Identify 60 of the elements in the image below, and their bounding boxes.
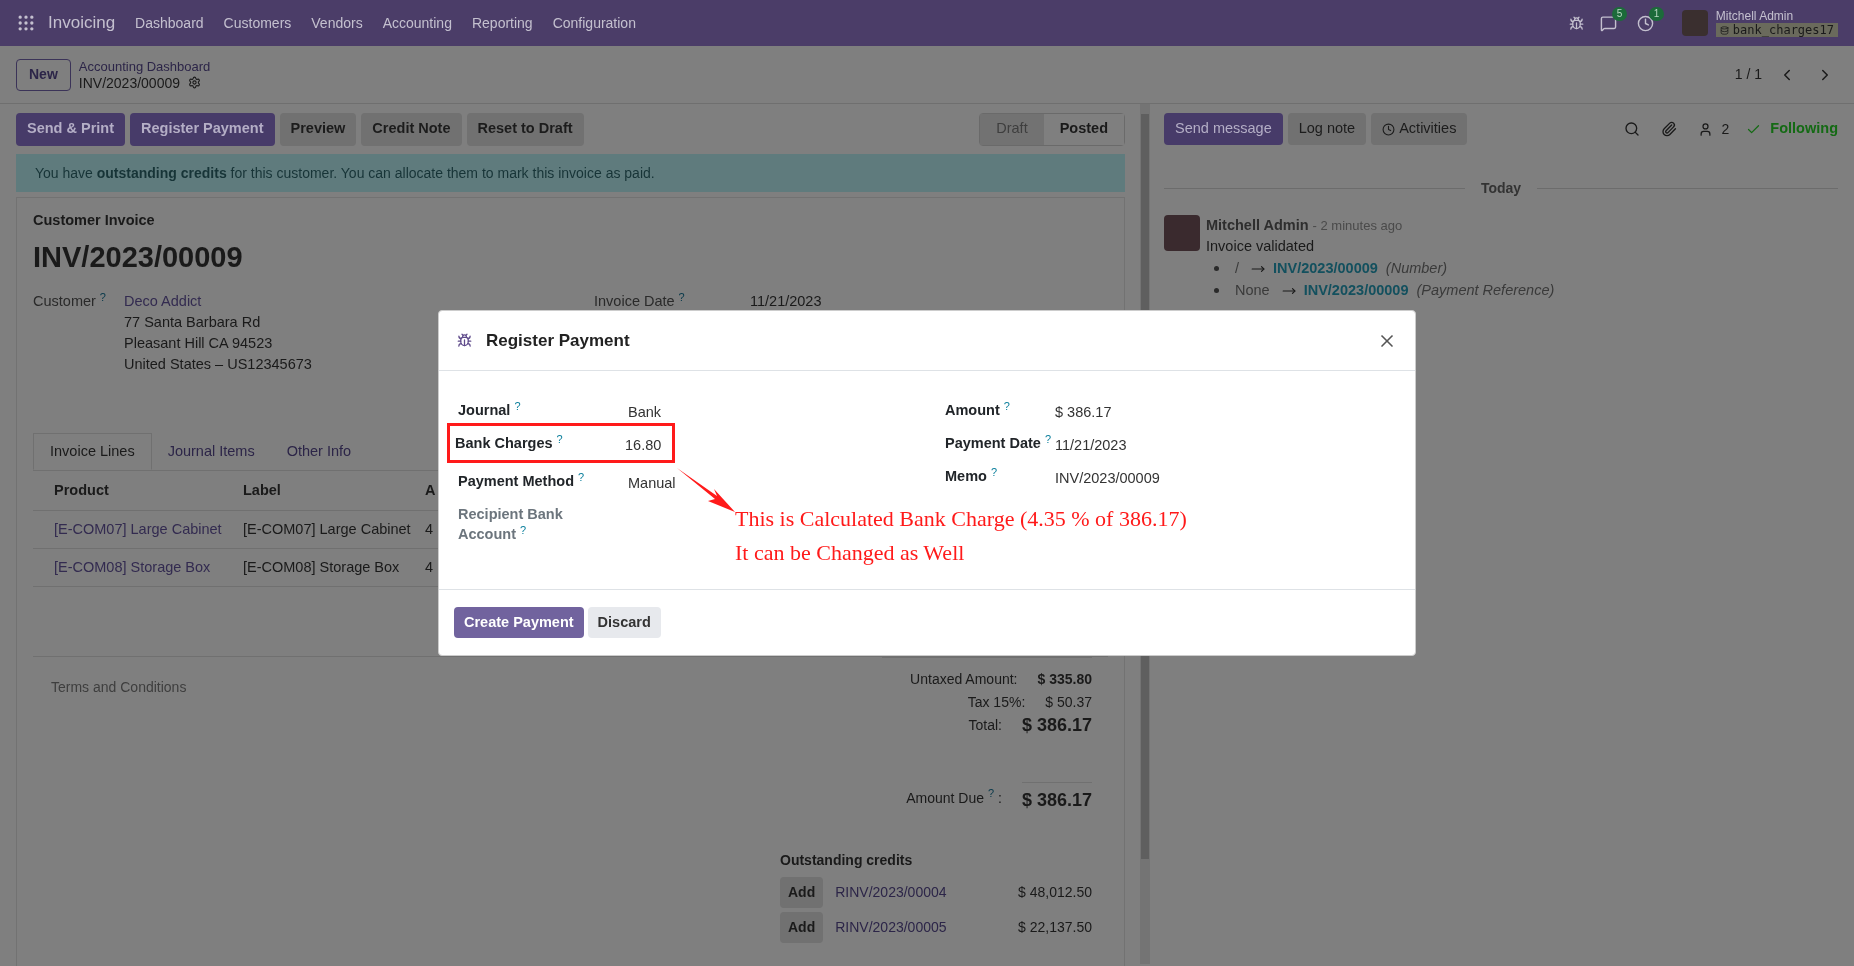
- invoice-date-label: Invoice Date $^{?}$: [594, 293, 685, 310]
- invoice-number: INV/2023/00009: [33, 239, 244, 275]
- pager-value: 1 / 1: [1734, 65, 1762, 84]
- field-name: (Number): [1385, 259, 1448, 278]
- message-body: Invoice validated: [1206, 237, 1315, 256]
- credit-amount: $ 48,012.50: [1018, 883, 1092, 903]
- field-name: (Payment Reference): [1416, 281, 1555, 300]
- document-type: Customer Invoice: [33, 211, 155, 230]
- field-label: Payment Method $^{?}$: [458, 471, 586, 491]
- field-label: Payment Date $^{?}$: [945, 433, 1053, 453]
- customer-label: Customer $^{?}$: [33, 293, 106, 310]
- table-cell-text: [E-COM07] Large Cabinet: [243, 519, 412, 539]
- column-header: Label: [243, 480, 282, 500]
- help-mark: ?: [556, 432, 563, 445]
- amount-due-label: Amount Due $^{?}$ :: [906, 787, 1002, 808]
- address-line: 77 Santa Barbara Rd: [124, 313, 261, 333]
- invoice-date-value: 11/21/2023: [750, 292, 822, 312]
- amount-due-value: $ 386.17: [1021, 782, 1092, 815]
- help-mark: ?: [1044, 432, 1052, 445]
- database-name: bank_charges17: [1715, 23, 1838, 37]
- field-label: Journal $^{?}$: [458, 400, 522, 420]
- total-label: Tax 15%:: [967, 693, 1026, 713]
- help-mark: ?: [520, 523, 527, 536]
- help-mark: ?: [990, 465, 998, 478]
- annotation-text: It can be Changed as Well: [735, 539, 966, 567]
- user-name: Mitchell Admin: [1715, 9, 1795, 23]
- old-value: /: [1235, 259, 1240, 278]
- table-cell-text: 4: [425, 519, 434, 539]
- credit-amount: $ 22,137.50: [1018, 918, 1092, 938]
- annotation-text: This is Calculated Bank Charge (4.35 % of 386.17): [735, 505, 1187, 533]
- address-line: United States – US12345673: [124, 355, 312, 375]
- help-mark: ?: [678, 290, 685, 303]
- help-mark: ?: [578, 470, 585, 483]
- total-value: $ 386.17: [1021, 714, 1092, 738]
- total-value: $ 335.80: [1037, 670, 1092, 690]
- column-header: A: [425, 480, 436, 500]
- message-author: Mitchell Admin: [1206, 216, 1309, 235]
- activity-count-badge: 1: [1648, 6, 1665, 21]
- message-count-badge: 5: [1611, 6, 1628, 21]
- column-header: Product: [54, 480, 110, 500]
- help-mark: ?: [988, 787, 995, 800]
- total-label: Total:: [968, 716, 1002, 736]
- field-label: Bank Charges $^{?}$: [455, 433, 564, 453]
- field-label: Amount $^{?}$: [945, 400, 1011, 420]
- date-separator: Today: [1479, 179, 1523, 198]
- total-label: Untaxed Amount:: [910, 670, 1018, 690]
- help-mark: ?: [514, 399, 521, 412]
- total-value: $ 50.37: [1045, 693, 1092, 713]
- field-label: Memo $^{?}$: [945, 466, 999, 486]
- info-alert: You have outstanding credits for this customer. You can allocate them to mark this invoice as paid.: [16, 154, 1125, 192]
- dialog-title: Register Payment: [486, 329, 630, 352]
- record-name: INV/2023/00009: [78, 74, 180, 91]
- table-cell-text: 4: [425, 557, 434, 577]
- help-mark: ?: [99, 290, 106, 303]
- field-label: Recipient Bank Account $^{?}$: [458, 505, 564, 544]
- table-cell-text: [E-COM08] Storage Box: [243, 557, 401, 577]
- outstanding-credits-title: Outstanding credits: [780, 851, 914, 871]
- old-value: None: [1235, 281, 1270, 300]
- help-mark: ?: [1003, 399, 1010, 412]
- address-line: Pleasant Hill CA 94523: [124, 334, 273, 354]
